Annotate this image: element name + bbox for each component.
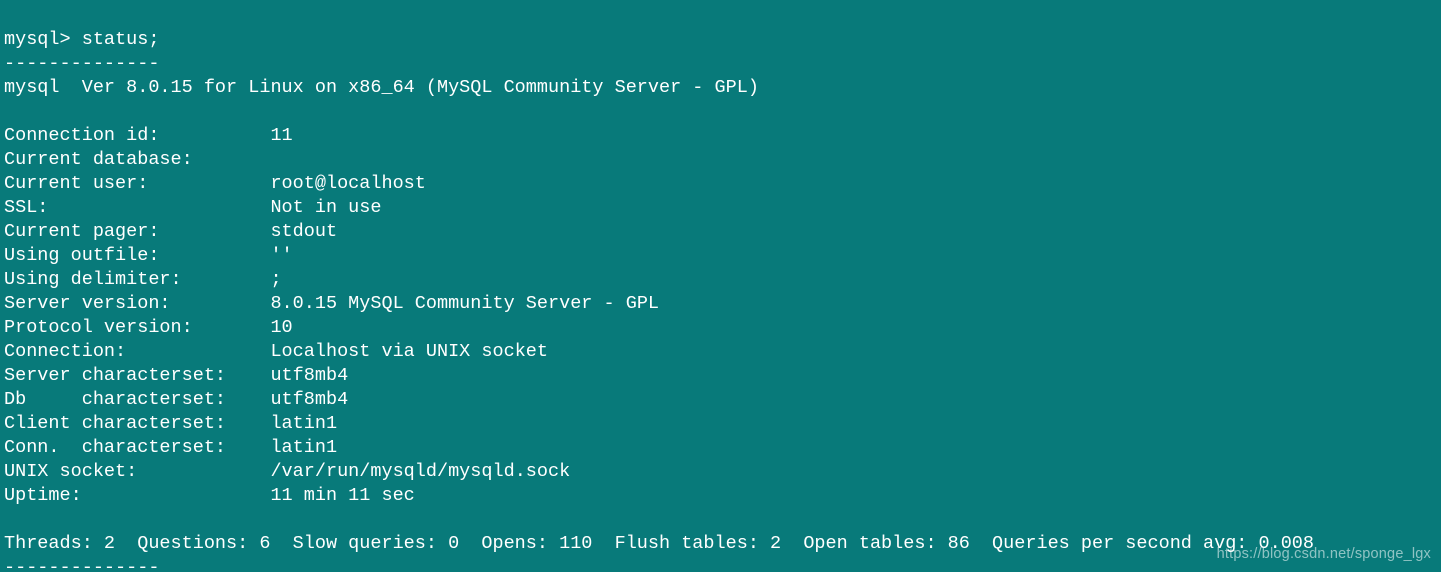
status-label: Conn. characterset: <box>4 437 270 458</box>
status-value: stdout <box>270 221 337 242</box>
status-row: Db characterset: utf8mb4 <box>4 389 348 410</box>
mysql-version: mysql Ver 8.0.15 for Linux on x86_64 (My… <box>4 77 759 98</box>
status-row: Protocol version: 10 <box>4 317 293 338</box>
status-label: Protocol version: <box>4 317 270 338</box>
status-row: Current user: root@localhost <box>4 173 426 194</box>
status-value: root@localhost <box>270 173 425 194</box>
status-label: Using delimiter: <box>4 269 270 290</box>
status-row: Server characterset: utf8mb4 <box>4 365 348 386</box>
status-row: Using outfile: '' <box>4 245 293 266</box>
status-label: Current database: <box>4 149 270 170</box>
command-line: mysql> status; <box>4 29 159 50</box>
status-label: UNIX socket: <box>4 461 270 482</box>
status-label: SSL: <box>4 197 270 218</box>
status-label: Connection id: <box>4 125 270 146</box>
status-label: Server version: <box>4 293 270 314</box>
status-row: Server version: 8.0.15 MySQL Community S… <box>4 293 659 314</box>
status-label: Connection: <box>4 341 270 362</box>
status-row: Client characterset: latin1 <box>4 413 337 434</box>
status-value: ; <box>270 269 281 290</box>
status-label: Client characterset: <box>4 413 270 434</box>
status-value: 11 min 11 sec <box>270 485 414 506</box>
watermark: https://blog.csdn.net/sponge_lgx <box>1217 542 1431 566</box>
status-value: latin1 <box>270 437 337 458</box>
status-row: Using delimiter: ; <box>4 269 282 290</box>
status-label: Current user: <box>4 173 270 194</box>
status-row: Conn. characterset: latin1 <box>4 437 337 458</box>
status-row: Uptime: 11 min 11 sec <box>4 485 415 506</box>
status-value: /var/run/mysqld/mysqld.sock <box>270 461 570 482</box>
status-row: Connection: Localhost via UNIX socket <box>4 341 548 362</box>
status-value: Localhost via UNIX socket <box>270 341 548 362</box>
status-value: utf8mb4 <box>270 365 348 386</box>
status-label: Using outfile: <box>4 245 270 266</box>
status-row: Connection id: 11 <box>4 125 293 146</box>
status-label: Db characterset: <box>4 389 270 410</box>
status-command: status; <box>82 29 160 50</box>
status-label: Current pager: <box>4 221 270 242</box>
status-value: utf8mb4 <box>270 389 348 410</box>
mysql-prompt: mysql> <box>4 29 82 50</box>
separator-bottom: -------------- <box>4 557 159 572</box>
status-row: SSL: Not in use <box>4 197 381 218</box>
stats-line: Threads: 2 Questions: 6 Slow queries: 0 … <box>4 533 1314 554</box>
status-label: Server characterset: <box>4 365 270 386</box>
status-value: '' <box>270 245 292 266</box>
status-value: 11 <box>270 125 292 146</box>
status-value: Not in use <box>270 197 381 218</box>
separator-top: -------------- <box>4 53 159 74</box>
status-value: 10 <box>270 317 292 338</box>
status-row: Current database: <box>4 149 270 170</box>
status-label: Uptime: <box>4 485 270 506</box>
status-value: 8.0.15 MySQL Community Server - GPL <box>270 293 659 314</box>
status-row: Current pager: stdout <box>4 221 337 242</box>
status-row: UNIX socket: /var/run/mysqld/mysqld.sock <box>4 461 570 482</box>
status-value: latin1 <box>270 413 337 434</box>
terminal-output: mysql> status; -------------- mysql Ver … <box>0 0 1441 572</box>
